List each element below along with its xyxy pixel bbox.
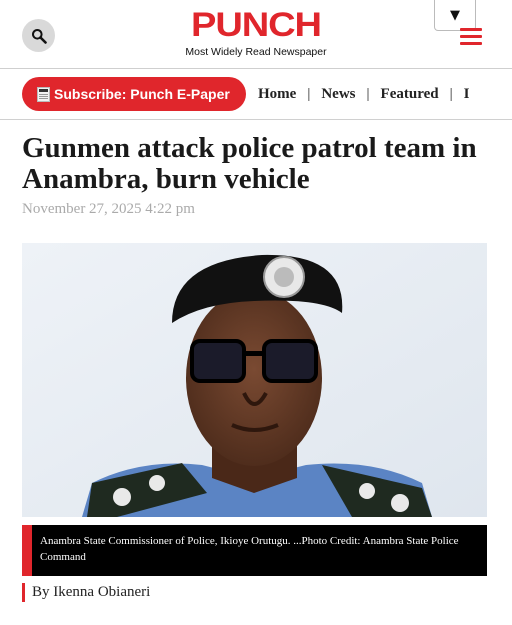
chevron-down-icon: ▼ <box>450 7 460 23</box>
tagline: Most Widely Read Newspaper <box>185 46 327 58</box>
menu-button[interactable] <box>460 28 482 46</box>
logo-link[interactable]: PUNCH Most Widely Read Newspaper <box>180 8 332 58</box>
hamburger-icon <box>460 28 482 31</box>
subscribe-label: Subscribe: Punch E-Paper <box>54 86 230 102</box>
police-commissioner-photo <box>22 243 487 517</box>
article-headline: Gunmen attack police patrol team in Anam… <box>22 132 477 195</box>
nav-link-home[interactable]: Home <box>258 86 296 103</box>
punch-logo: PUNCH <box>191 6 322 44</box>
nav-divider: | <box>307 85 311 102</box>
newspaper-icon <box>37 86 50 102</box>
site-header: PUNCH Most Widely Read Newspaper ▼ <box>0 0 512 69</box>
nav-divider: | <box>366 85 370 102</box>
search-icon <box>31 28 47 44</box>
photo-caption: Anambra State Commissioner of Police, Ik… <box>22 525 487 576</box>
article-byline[interactable]: By Ikenna Obianeri <box>22 583 150 602</box>
nav-divider: | <box>449 85 453 102</box>
search-button[interactable] <box>22 19 55 52</box>
nav-link-featured[interactable]: Featured <box>381 86 439 103</box>
nav-link-news[interactable]: News <box>321 86 355 103</box>
nav-links: Home | News | Featured | I <box>258 69 469 119</box>
nav-link-truncated[interactable]: I <box>464 86 470 103</box>
language-dropdown[interactable]: ▼ <box>434 0 476 31</box>
subscribe-button[interactable]: Subscribe: Punch E-Paper <box>22 77 246 111</box>
article-date: November 27, 2025 4:22 pm <box>22 201 195 217</box>
main-nav: Subscribe: Punch E-Paper Home | News | F… <box>0 69 512 120</box>
article-photo <box>22 243 487 517</box>
